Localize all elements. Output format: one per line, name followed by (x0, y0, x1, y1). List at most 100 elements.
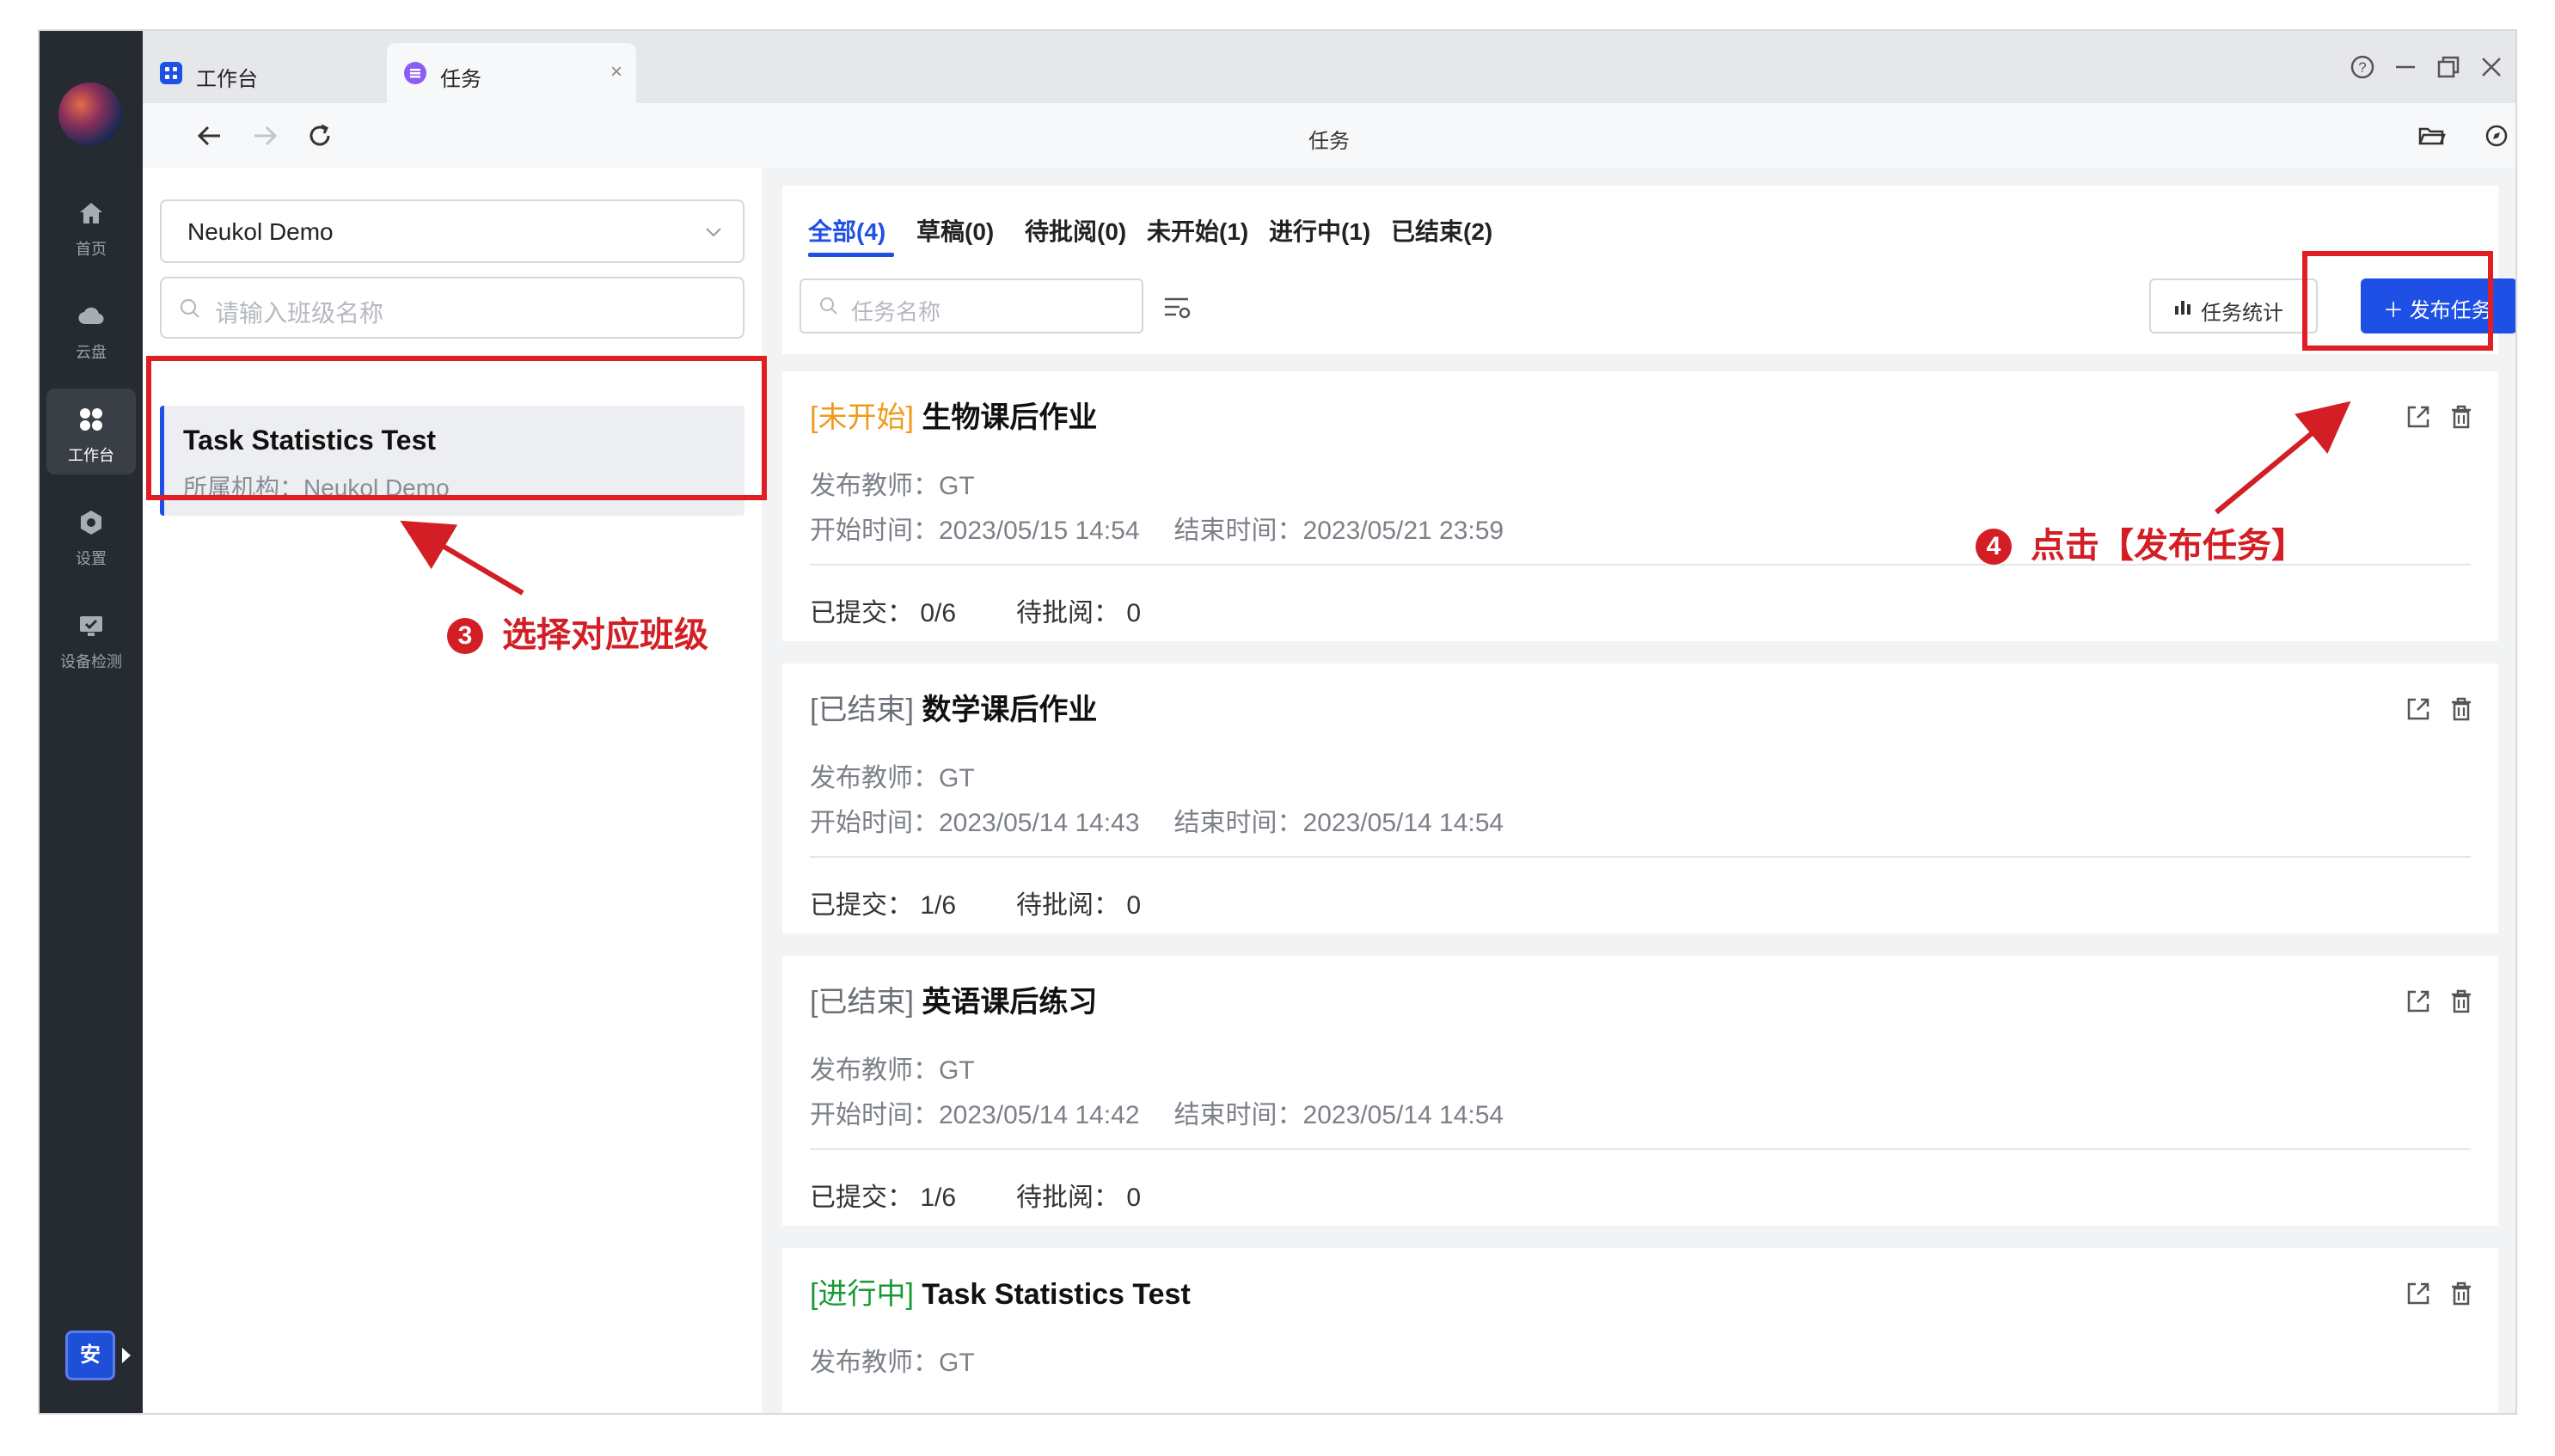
tab-label: 工作台 (196, 68, 258, 91)
help-icon[interactable]: ? (2349, 53, 2376, 81)
org-select[interactable]: Neukol Demo (160, 199, 744, 263)
divider (810, 1148, 2471, 1150)
task-to-review: 待批阅： 0 (1016, 1184, 1142, 1212)
task-name: 数学课后作业 (922, 694, 1098, 726)
step-number: 4 (1976, 529, 2012, 565)
task-name: Task Statistics Test (922, 1278, 1191, 1311)
class-search-placeholder: 请输入班级名称 (215, 300, 384, 327)
apps-icon (80, 408, 102, 431)
annotation-step4: 4 点击【发布任务】 (1976, 517, 2306, 567)
step-number: 3 (447, 618, 483, 654)
rail-item-workbench[interactable]: 工作台 (46, 388, 136, 474)
task-teacher: 发布教师：GT (810, 764, 975, 792)
task-start: 开始时间：2023/05/14 14:42 (810, 1101, 1140, 1129)
avatar[interactable] (58, 83, 122, 146)
grid-icon (160, 62, 182, 84)
task-stats-button[interactable]: 任务统计 (2149, 278, 2318, 333)
highlight-class-box (146, 356, 767, 500)
rail-label: 设备检测 (60, 653, 122, 670)
cloud-icon (78, 307, 104, 325)
filter-tab-in-progress[interactable]: 进行中(1) (1269, 213, 1370, 248)
task-submitted: 已提交： 0/6 (810, 599, 957, 627)
tab-tasks[interactable]: 任务 × (387, 43, 636, 103)
trash-icon[interactable] (2447, 694, 2476, 724)
rail-item-device-check[interactable]: 设备检测 (46, 595, 136, 681)
tab-bar: 工作台 任务 × ? (143, 31, 2515, 103)
search-icon (180, 298, 199, 318)
search-icon (820, 297, 837, 315)
restore-icon[interactable] (2435, 53, 2462, 81)
trash-icon[interactable] (2447, 987, 2476, 1016)
task-status: [已结束] (810, 694, 914, 726)
filter-tab-all[interactable]: 全部(4) (808, 213, 885, 248)
task-card[interactable]: [未开始] 生物课后作业 发布教师：GT 开始时间：2023/05/15 14:… (782, 371, 2498, 641)
rail-label: 工作台 (68, 447, 114, 464)
task-end: 结束时间：2023/05/14 14:54 (1173, 1101, 1504, 1129)
minimize-icon[interactable] (2392, 53, 2419, 81)
left-rail: 首页 云盘 工作台 设置 设备检测 安 (40, 31, 143, 1413)
filter-tab-ended[interactable]: 已结束(2) (1391, 213, 1492, 248)
compass-icon[interactable] (2481, 120, 2512, 151)
rail-item-cloud[interactable]: 云盘 (46, 285, 136, 371)
tab-label: 任务 (440, 68, 481, 91)
task-stats: 已提交： 1/6 待批阅： 0 (810, 884, 1141, 921)
tab-workbench[interactable]: 工作台 (143, 43, 380, 103)
rail-label: 云盘 (76, 344, 107, 361)
list-icon (404, 62, 426, 84)
trash-icon[interactable] (2447, 1279, 2476, 1308)
nav-row: 任务 (143, 103, 2515, 168)
chevron-down-icon (706, 228, 721, 237)
filter-tab-draft[interactable]: 草稿(0) (916, 213, 994, 248)
share-icon[interactable] (2404, 987, 2433, 1016)
rail-item-settings[interactable]: 设置 (46, 492, 136, 578)
expand-caret-icon[interactable] (122, 1348, 131, 1363)
task-status: [未开始] (810, 401, 914, 434)
share-icon[interactable] (2404, 1279, 2433, 1308)
tasks-toolbar: 全部(4) 草稿(0) 待批阅(0) 未开始(1) 进行中(1) 已结束(2) … (782, 186, 2515, 354)
divider (810, 856, 2471, 858)
task-title: [已结束] 数学课后作业 (810, 686, 1097, 728)
rail-label: 首页 (76, 241, 107, 258)
task-start: 开始时间：2023/05/14 14:43 (810, 809, 1140, 837)
task-title: [进行中] Task Statistics Test (810, 1270, 1191, 1312)
task-card[interactable]: [已结束] 数学课后作业 发布教师：GT 开始时间：2023/05/14 14:… (782, 664, 2498, 933)
org-select-value: Neukol Demo (187, 218, 334, 245)
filter-icon[interactable] (1162, 292, 1193, 323)
task-teacher: 发布教师：GT (810, 1056, 975, 1085)
task-name: 生物课后作业 (922, 401, 1098, 434)
task-time: 开始时间：2023/05/14 14:43 结束时间：2023/05/14 14:… (810, 801, 1504, 839)
task-search-placeholder: 任务名称 (851, 299, 941, 325)
task-card[interactable]: [已结束] 英语课后练习 发布教师：GT 开始时间：2023/05/14 14:… (782, 956, 2498, 1226)
task-card[interactable]: [进行中] Task Statistics Test 发布教师：GT (782, 1248, 2498, 1413)
task-to-review: 待批阅： 0 (1016, 599, 1142, 627)
task-submitted: 已提交： 1/6 (810, 891, 957, 920)
task-to-review: 待批阅： 0 (1016, 891, 1142, 920)
highlight-publish-box (2302, 251, 2493, 351)
step-text: 点击【发布任务】 (2031, 527, 2306, 565)
settings-icon (81, 511, 101, 535)
bar-chart-icon (2175, 301, 2190, 315)
task-stats: 已提交： 1/6 待批阅： 0 (810, 1176, 1141, 1214)
task-time: 开始时间：2023/05/14 14:42 结束时间：2023/05/14 14:… (810, 1093, 1504, 1131)
task-search-input[interactable]: 任务名称 (800, 278, 1143, 333)
user-badge[interactable]: 安 (65, 1331, 115, 1380)
step-text: 选择对应班级 (502, 616, 708, 654)
close-icon[interactable]: × (610, 60, 622, 84)
share-icon[interactable] (2404, 402, 2433, 431)
task-stats-label: 任务统计 (2201, 302, 2283, 325)
class-search-input[interactable]: 请输入班级名称 (160, 277, 744, 339)
task-stats: 已提交： 0/6 待批阅： 0 (810, 591, 1141, 629)
task-end: 结束时间：2023/05/21 23:59 (1173, 517, 1504, 545)
folder-icon[interactable] (2416, 120, 2447, 151)
filter-tab-to-review[interactable]: 待批阅(0) (1025, 213, 1126, 248)
annotation-step3: 3 选择对应班级 (447, 607, 708, 657)
rail-label: 设置 (76, 550, 107, 567)
share-icon[interactable] (2404, 694, 2433, 724)
trash-icon[interactable] (2447, 402, 2476, 431)
active-tab-indicator (808, 253, 894, 257)
task-teacher: 发布教师：GT (810, 1349, 975, 1377)
rail-item-home[interactable]: 首页 (46, 182, 136, 268)
close-window-icon[interactable] (2478, 53, 2505, 81)
svg-text:?: ? (2358, 59, 2366, 76)
filter-tab-not-started[interactable]: 未开始(1) (1147, 213, 1248, 248)
